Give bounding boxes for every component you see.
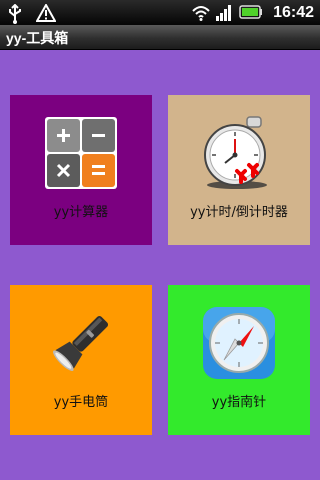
title-bar: yy-工具箱 xyxy=(0,25,320,50)
stopwatch-label: yy计时/倒计时器 xyxy=(190,205,288,220)
flashlight-tile[interactable]: yy手电筒 xyxy=(10,285,152,435)
compass-label: yy指南针 xyxy=(211,395,267,410)
stopwatch-tile[interactable]: yy计时/倒计时器 xyxy=(168,95,310,245)
calculator-icon xyxy=(45,117,117,193)
warning-icon xyxy=(35,2,57,22)
calculator-tile[interactable]: yy计算器 xyxy=(10,95,152,245)
usb-icon xyxy=(6,3,24,24)
compass-icon xyxy=(202,306,276,384)
app-title: yy-工具箱 xyxy=(6,30,69,46)
signal-icon xyxy=(215,4,233,22)
stopwatch-icon xyxy=(197,115,281,195)
wifi-icon xyxy=(191,4,210,22)
flashlight-icon xyxy=(46,308,116,382)
flashlight-label: yy手电筒 xyxy=(53,395,109,410)
battery-icon xyxy=(239,4,263,22)
status-time: 16:42 xyxy=(273,3,314,21)
status-bar: 16:42 xyxy=(0,0,320,25)
compass-tile[interactable]: yy指南针 xyxy=(168,285,310,435)
calculator-label: yy计算器 xyxy=(53,205,109,220)
